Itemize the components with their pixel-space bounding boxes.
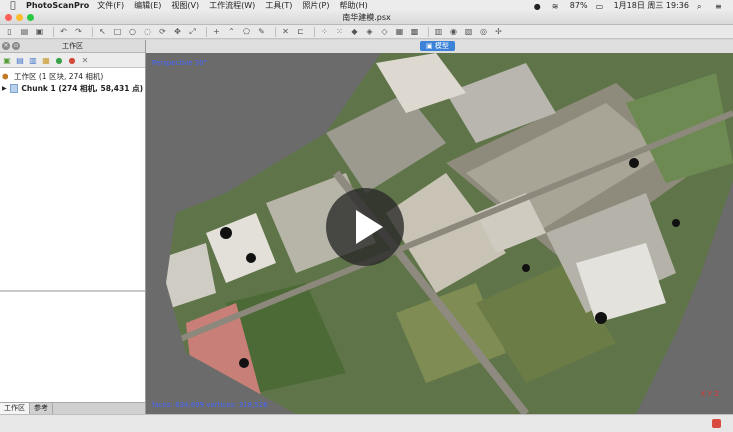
viewport-tab-bar: ▣ 模型 <box>146 40 733 54</box>
disable-icon[interactable]: ● <box>67 55 77 65</box>
model-tab-label: 模型 <box>434 42 449 50</box>
workspace-root-item[interactable]: ⬢ 工作区 (1 区块, 274 相机) <box>2 70 143 82</box>
workspace-toolbar: ▣ ▤ ▥ ▦ ● ● ✕ <box>0 53 145 68</box>
search-icon[interactable]: ⌕ <box>697 2 707 11</box>
axes-label: X Y Z <box>700 390 719 398</box>
window-title: 南华建模.psx <box>342 13 391 22</box>
toolbar-divider <box>206 26 207 37</box>
ruler-icon[interactable]: ✎ <box>256 27 267 37</box>
rotate-object-icon[interactable]: ⟳ <box>157 27 168 37</box>
chunk-icon <box>9 83 19 93</box>
chunk-item[interactable]: ▶ Chunk 1 (274 相机, 58,431 点) <box>2 82 143 94</box>
apple-icon[interactable]:  <box>6 1 20 11</box>
new-document-icon[interactable]: ▯ <box>4 27 15 37</box>
undo-icon[interactable]: ↶ <box>58 27 69 37</box>
delete-selection-icon[interactable]: ✕ <box>280 27 291 37</box>
battery-percentage[interactable]: 87% <box>570 1 588 10</box>
toolbar-divider <box>428 26 429 37</box>
textured-model-render <box>166 53 733 414</box>
add-chunk-icon[interactable]: ▣ <box>2 55 12 65</box>
open-folder-icon[interactable]: ▤ <box>19 27 30 37</box>
minimize-window-button[interactable] <box>16 14 23 21</box>
show-cameras-icon[interactable]: ▥ <box>433 27 444 37</box>
workspace-panel-title: 工作区 <box>62 42 83 50</box>
add-folder-icon[interactable]: ▥ <box>28 55 38 65</box>
status-indicator-icon[interactable] <box>712 419 721 428</box>
tiled-model-icon[interactable]: ▩ <box>409 27 420 37</box>
draw-polyline-icon[interactable]: ⌃ <box>226 27 237 37</box>
model-tab-icon: ▣ <box>426 42 435 50</box>
battery-icon[interactable]: ▭ <box>596 2 606 11</box>
menu-bar:  PhotoScanPro 文件(F) 编辑(E) 视图(V) 工作流程(W)… <box>0 0 733 11</box>
close-window-button[interactable] <box>5 14 12 21</box>
toolbar-divider <box>92 26 93 37</box>
model-stats-label: faces: 634,699 vertices: 318,526 <box>152 401 268 409</box>
menu-edit[interactable]: 编辑(E) <box>134 0 161 11</box>
show-region-icon[interactable]: ▧ <box>463 27 474 37</box>
tab-workspace[interactable]: 工作区 <box>0 403 30 414</box>
add-marker-icon[interactable]: ▦ <box>41 55 51 65</box>
model-viewport[interactable]: Perspective 30° faces: 634,699 vertices:… <box>146 53 733 414</box>
axes-indicator: X Y Z <box>701 390 719 398</box>
tab-model[interactable]: ▣ 模型 <box>420 41 455 51</box>
textured-model-icon[interactable]: ▦ <box>394 27 405 37</box>
menu-help[interactable]: 帮助(H) <box>340 0 368 11</box>
crop-selection-icon[interactable]: ⊏ <box>295 27 306 37</box>
reset-view-icon[interactable]: ✢ <box>493 27 504 37</box>
redo-icon[interactable]: ↷ <box>73 27 84 37</box>
close-panel-button[interactable]: × <box>2 42 10 50</box>
resize-region-icon[interactable]: ⤢ <box>187 27 198 37</box>
draw-polygon-icon[interactable]: ⬠ <box>241 27 252 37</box>
perspective-label: Perspective 30° <box>152 59 208 67</box>
toolbar-divider <box>314 26 315 37</box>
point-cloud-icon[interactable]: ⁘ <box>319 27 330 37</box>
panel-splitter[interactable] <box>0 290 145 292</box>
float-panel-button[interactable]: ▫ <box>12 42 20 50</box>
expand-arrow-icon[interactable]: ▶ <box>2 85 10 92</box>
tab-reference[interactable]: 参考 <box>30 403 53 414</box>
workspace-panel: × ▫ 工作区 ▣ ▤ ▥ ▦ ● ● ✕ ⬢ 工作区 (1 区块, 274 相… <box>0 40 146 414</box>
show-markers-icon[interactable]: ◉ <box>448 27 459 37</box>
enable-icon[interactable]: ● <box>54 55 64 65</box>
video-play-button[interactable] <box>326 188 404 266</box>
menu-list-icon[interactable]: ≡ <box>715 2 725 11</box>
move-object-icon[interactable]: ✥ <box>172 27 183 37</box>
navigation-icon[interactable]: ↖ <box>97 27 108 37</box>
main-toolbar: ▯ ▤ ▣ ↶ ↷ ↖ □ ○ ◌ ⟳ ✥ ⤢ + ⌃ ⬠ ✎ ✕ ⊏ ⁘ ⁙ … <box>0 25 733 39</box>
toolbar-divider <box>275 26 276 37</box>
add-photos-icon[interactable]: ▤ <box>15 55 25 65</box>
workspace-icon: ⬢ <box>2 72 9 81</box>
clock[interactable]: 1月18日 周三 19:36 <box>614 0 689 11</box>
app-menu[interactable]: PhotoScanPro <box>26 1 89 10</box>
menu-tools[interactable]: 工具(T) <box>265 0 292 11</box>
dense-cloud-icon[interactable]: ⁙ <box>334 27 345 37</box>
solid-model-icon[interactable]: ◈ <box>364 27 375 37</box>
workspace-tree: ⬢ 工作区 (1 区块, 274 相机) ▶ Chunk 1 (274 相机, … <box>0 68 145 96</box>
menu-photos[interactable]: 照片(P) <box>302 0 329 11</box>
rectangle-selection-icon[interactable]: □ <box>112 27 123 37</box>
shaded-model-icon[interactable]: ◆ <box>349 27 360 37</box>
toolbar-divider <box>53 26 54 37</box>
show-trackball-icon[interactable]: ◎ <box>478 27 489 37</box>
workspace-root-label: 工作区 (1 区块, 274 相机) <box>14 71 104 81</box>
wifi-icon[interactable]: ≋ <box>552 2 562 11</box>
remove-items-icon[interactable]: ✕ <box>80 55 90 65</box>
record-icon[interactable]: ● <box>534 2 544 11</box>
wireframe-model-icon[interactable]: ◇ <box>379 27 390 37</box>
free-form-selection-icon[interactable]: ◌ <box>142 27 153 37</box>
circle-selection-icon[interactable]: ○ <box>127 27 138 37</box>
save-icon[interactable]: ▣ <box>34 27 45 37</box>
window-title-bar: 南华建模.psx <box>0 11 733 25</box>
status-bar <box>0 414 733 432</box>
chunk-label: Chunk 1 (274 相机, 58,431 点) <box>21 83 143 93</box>
draw-point-icon[interactable]: + <box>211 27 222 37</box>
menu-workflow[interactable]: 工作流程(W) <box>209 0 255 11</box>
menu-view[interactable]: 视图(V) <box>171 0 199 11</box>
panel-tabs: 工作区 参考 <box>0 402 145 414</box>
workspace-panel-header: × ▫ 工作区 <box>0 40 145 53</box>
zoom-window-button[interactable] <box>27 14 34 21</box>
menu-file[interactable]: 文件(F) <box>97 0 124 11</box>
